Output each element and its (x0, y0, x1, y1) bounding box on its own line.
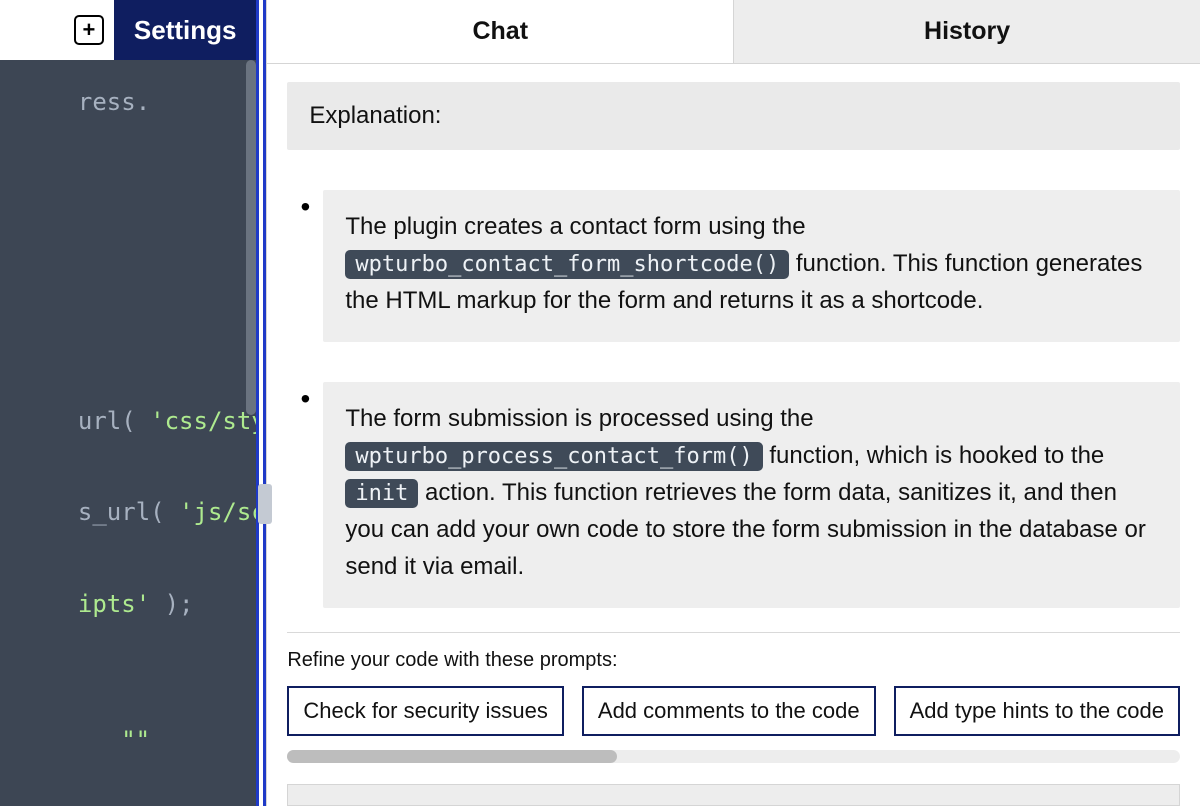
bullet-text: function, which is hooked to the (769, 442, 1104, 469)
code-line-5: "" (0, 726, 150, 754)
chat-body: Explanation: • The plugin creates a cont… (267, 64, 1200, 770)
explanation-bullet: • The plugin creates a contact form usin… (287, 190, 1180, 342)
scrollbar-thumb (287, 750, 617, 763)
code-inline: init (345, 479, 418, 508)
bullet-text: The plugin creates a contact form using … (345, 213, 805, 240)
panel-splitter[interactable] (256, 0, 266, 806)
code-line-2: url( 'css/style.css', __FILE__ (0, 407, 256, 435)
plus-icon: + (82, 17, 95, 43)
explanation-card: The form submission is processed using t… (323, 382, 1180, 608)
splitter-grip-icon (258, 484, 272, 524)
bullet-text: The form submission is processed using t… (345, 405, 813, 432)
chat-input[interactable] (287, 784, 1180, 806)
tab-history[interactable]: History (733, 0, 1200, 64)
prompt-comments-button[interactable]: Add comments to the code (582, 686, 876, 736)
section-divider (287, 632, 1180, 633)
tab-history-label: History (924, 17, 1010, 46)
bullet-icon: • (287, 190, 323, 224)
refine-prompts-label: Refine your code with these prompts: (287, 649, 1180, 672)
settings-tab-label: Settings (134, 15, 237, 46)
chat-panel: Chat History Explanation: • The plugin c… (266, 0, 1200, 806)
bullet-text: action. This function retrieves the form… (345, 479, 1145, 580)
code-inline: wpturbo_process_contact_form() (345, 442, 762, 471)
code-line-1: ress. (0, 88, 150, 116)
editor-scrollbar[interactable] (246, 60, 256, 415)
code-line-3: s_url( 'js/script.js', __FILE__ (0, 498, 256, 526)
code-line-4: ipts' ); (0, 590, 194, 618)
bullet-icon: • (287, 382, 323, 416)
editor-panel: + Settings ress. url( 'css/style.css', _… (0, 0, 256, 806)
editor-header: + Settings (0, 0, 256, 60)
prompt-typehints-button[interactable]: Add type hints to the code (894, 686, 1180, 736)
explanation-header: Explanation: (287, 82, 1180, 150)
explanation-card: The plugin creates a contact form using … (323, 190, 1180, 342)
chat-tabs: Chat History (267, 0, 1200, 64)
prompt-security-button[interactable]: Check for security issues (287, 686, 564, 736)
tab-chat[interactable]: Chat (267, 0, 733, 64)
app-root: + Settings ress. url( 'css/style.css', _… (0, 0, 1200, 806)
prompt-row: Check for security issues Add comments t… (287, 686, 1180, 736)
settings-tab[interactable]: Settings (114, 0, 257, 60)
code-editor[interactable]: ress. url( 'css/style.css', __FILE__ s_u… (0, 60, 256, 806)
new-snippet-button[interactable]: + (74, 15, 104, 45)
prompt-scrollbar[interactable] (287, 750, 1180, 763)
explanation-bullet: • The form submission is processed using… (287, 382, 1180, 608)
code-inline: wpturbo_contact_form_shortcode() (345, 250, 789, 279)
tab-chat-label: Chat (472, 17, 528, 46)
